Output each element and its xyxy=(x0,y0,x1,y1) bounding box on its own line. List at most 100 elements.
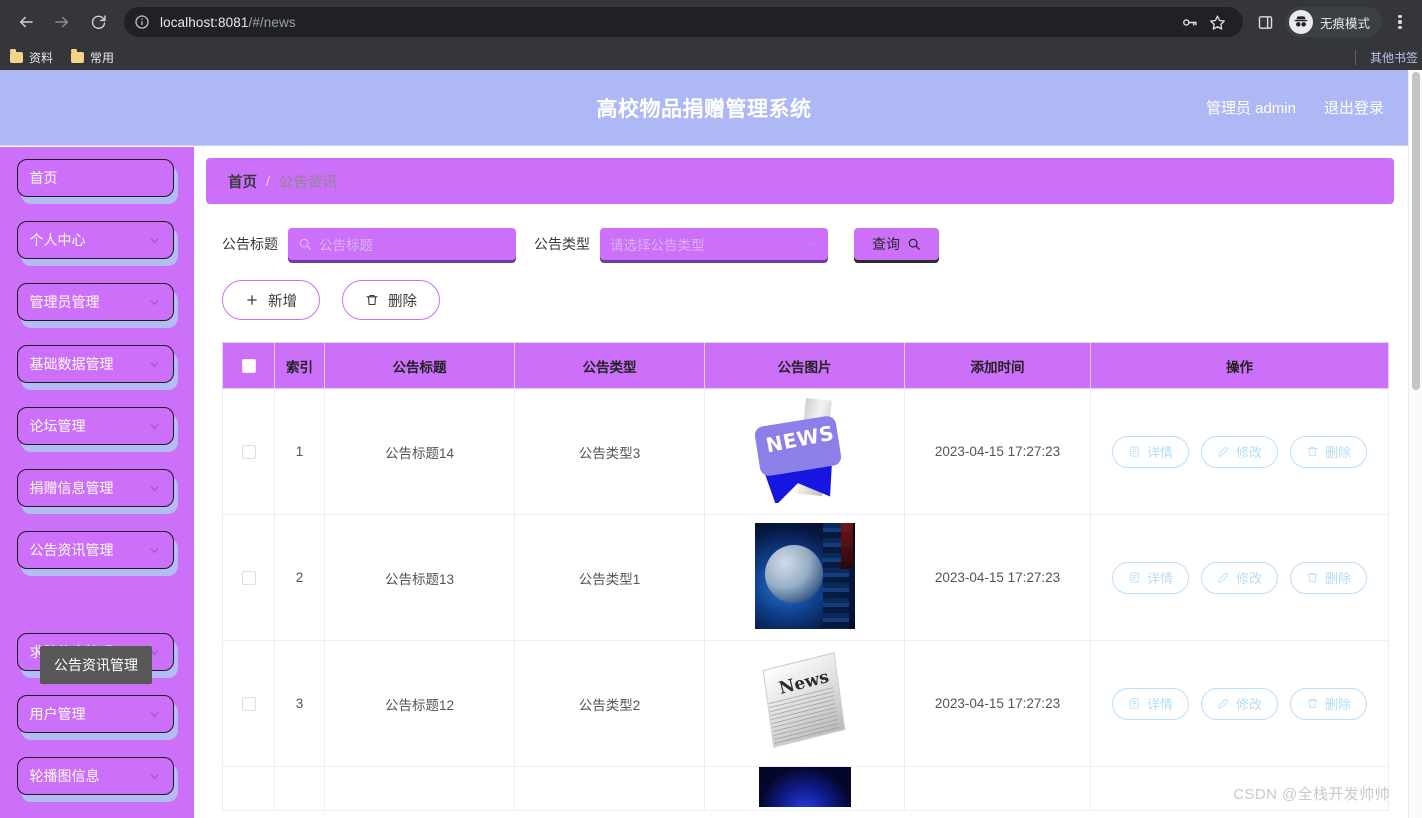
row-checkbox[interactable] xyxy=(241,571,256,586)
browser-chrome: localhost:8081/#/news 无痕模式 资料 常用 其他书签 xyxy=(0,0,1422,70)
delete-button[interactable]: 删除 xyxy=(342,280,440,320)
operation-buttons: 详情 修改 删除 xyxy=(1091,687,1388,720)
row-index xyxy=(274,766,325,811)
row-checkbox[interactable] xyxy=(241,445,256,460)
news-table: 索引 公告标题 公告类型 公告图片 添加时间 操作 1 公告标题14 公告类型3 xyxy=(222,342,1389,811)
select-all-checkbox[interactable] xyxy=(241,359,256,374)
row-operations: 详情 修改 删除 xyxy=(1090,514,1389,641)
breadcrumb-separator: / xyxy=(266,173,270,189)
scrollbar-thumb[interactable] xyxy=(1412,72,1420,390)
edit-button-label: 修改 xyxy=(1235,571,1262,586)
document-icon xyxy=(1128,445,1141,458)
three-dots-icon[interactable] xyxy=(1386,8,1414,36)
star-icon[interactable] xyxy=(1205,9,1231,35)
column-select-all xyxy=(222,342,275,389)
trash-icon xyxy=(1306,571,1319,584)
sidebar-item-donation-info-management[interactable]: 捐赠信息管理 xyxy=(16,469,178,514)
folder-icon xyxy=(10,49,23,63)
type-select-placeholder: 请选择公告类型 xyxy=(610,238,705,253)
row-title: 公告标题12 xyxy=(324,640,515,767)
sidebar-button[interactable]: 捐赠信息管理 xyxy=(16,469,174,507)
bookmark-item-1[interactable]: 常用 xyxy=(71,49,114,66)
info-circle-icon[interactable] xyxy=(134,14,151,31)
detail-button-label: 详情 xyxy=(1146,445,1173,460)
url-host: localhost:8081 xyxy=(160,14,249,30)
detail-button-label: 详情 xyxy=(1146,571,1173,586)
back-arrow-icon[interactable] xyxy=(11,7,41,37)
sidebar-button[interactable]: 基础数据管理 xyxy=(16,345,174,383)
column-title: 公告标题 xyxy=(324,342,515,389)
operation-buttons: 详情 修改 删除 xyxy=(1091,435,1388,468)
detail-button[interactable]: 详情 xyxy=(1111,687,1189,720)
add-button[interactable]: 新增 xyxy=(222,280,320,320)
row-select-cell xyxy=(222,640,275,767)
row-delete-button[interactable]: 删除 xyxy=(1290,561,1368,594)
edit-button[interactable]: 修改 xyxy=(1200,435,1278,468)
app-header: 高校物品捐赠管理系统 管理员 admin 退出登录 xyxy=(0,70,1408,146)
search-icon xyxy=(298,237,312,251)
thumbnail-background xyxy=(758,767,851,807)
sidebar-item-home[interactable]: 首页 xyxy=(16,159,178,204)
other-bookmarks-button[interactable]: 其他书签 xyxy=(1364,49,1418,66)
sidebar-item-base-data-management[interactable]: 基础数据管理 xyxy=(16,345,178,390)
row-time: 2023-04-15 17:27:23 xyxy=(904,640,1091,767)
address-bar[interactable]: localhost:8081/#/news xyxy=(124,7,1243,37)
logout-button[interactable]: 退出登录 xyxy=(1324,97,1384,118)
pencil-icon xyxy=(1217,445,1230,458)
detail-button[interactable]: 详情 xyxy=(1111,435,1189,468)
row-title: 公告标题14 xyxy=(324,388,515,515)
sidebar-item-news-management[interactable]: 公告资讯管理 xyxy=(16,531,178,576)
table-row: 2 公告标题13 公告类型1 2023-04-15 17:27:23 详情 修改… xyxy=(222,514,1389,641)
type-select[interactable]: 请选择公告类型 xyxy=(600,228,828,260)
table-header: 索引 公告标题 公告类型 公告图片 添加时间 操作 xyxy=(222,342,1389,389)
row-delete-button[interactable]: 删除 xyxy=(1290,435,1368,468)
newspaper-thumbnail[interactable]: News xyxy=(755,649,855,755)
breadcrumb-home[interactable]: 首页 xyxy=(228,171,257,192)
table-header-row: 索引 公告标题 公告类型 公告图片 添加时间 操作 xyxy=(222,342,1389,389)
sidebar-button[interactable]: 个人中心 xyxy=(16,221,174,259)
detail-button[interactable]: 详情 xyxy=(1111,561,1189,594)
sidebar-item-admin-management[interactable]: 管理员管理 xyxy=(16,283,178,328)
document-icon xyxy=(1128,571,1141,584)
chevron-down-icon xyxy=(148,234,161,247)
sidebar-item-forum-management[interactable]: 论坛管理 xyxy=(16,407,178,452)
key-icon[interactable] xyxy=(1177,9,1203,35)
dark-blue-thumbnail[interactable] xyxy=(758,767,851,807)
sidebar-item-carousel-info[interactable]: 轮播图信息 xyxy=(16,757,178,802)
reload-icon[interactable] xyxy=(83,7,113,37)
sidebar-item-label: 用户管理 xyxy=(29,706,86,722)
globe-thumbnail[interactable] xyxy=(754,523,855,629)
sidebar-button[interactable]: 管理员管理 xyxy=(16,283,174,321)
edit-button[interactable]: 修改 xyxy=(1200,687,1278,720)
row-delete-button[interactable]: 删除 xyxy=(1290,687,1368,720)
search-input[interactable]: 公告标题 xyxy=(288,228,516,260)
row-operations: 详情 修改 删除 xyxy=(1090,388,1389,515)
incognito-icon xyxy=(1288,10,1313,34)
sidebar-button[interactable]: 首页 xyxy=(16,159,174,197)
edit-button[interactable]: 修改 xyxy=(1200,561,1278,594)
row-type: 公告类型1 xyxy=(514,514,705,641)
row-time xyxy=(904,766,1091,811)
sidebar-item-label: 管理员管理 xyxy=(29,294,100,310)
forward-arrow-icon[interactable] xyxy=(47,7,77,37)
sidebar-button[interactable]: 轮播图信息 xyxy=(16,757,174,795)
row-checkbox[interactable] xyxy=(241,697,256,712)
sidebar-item-personal-center[interactable]: 个人中心 xyxy=(16,221,178,266)
detail-button-label: 详情 xyxy=(1146,697,1173,712)
edit-button-label: 修改 xyxy=(1235,445,1262,460)
page-scrollbar[interactable] xyxy=(1408,70,1422,818)
sidebar-button[interactable]: 公告资讯管理 xyxy=(16,531,174,569)
bookmark-item-0[interactable]: 资料 xyxy=(10,49,53,66)
sidebar-button[interactable]: 用户管理 xyxy=(16,695,174,733)
sidebar-item-user-management[interactable]: 用户管理 xyxy=(16,695,178,740)
sidebar-button[interactable]: 论坛管理 xyxy=(16,407,174,445)
search-button[interactable]: 查询 xyxy=(854,228,939,260)
delete-button-label: 删除 xyxy=(388,293,417,310)
row-image-cell xyxy=(704,766,905,811)
news-tag-thumbnail[interactable]: NEWS xyxy=(754,397,855,503)
incognito-mode-indicator[interactable]: 无痕模式 xyxy=(1284,7,1382,37)
trash-icon xyxy=(1306,697,1319,710)
folder-icon xyxy=(71,49,85,63)
other-bookmarks-label: 其他书签 xyxy=(1369,50,1418,65)
side-panel-icon[interactable] xyxy=(1253,9,1279,35)
